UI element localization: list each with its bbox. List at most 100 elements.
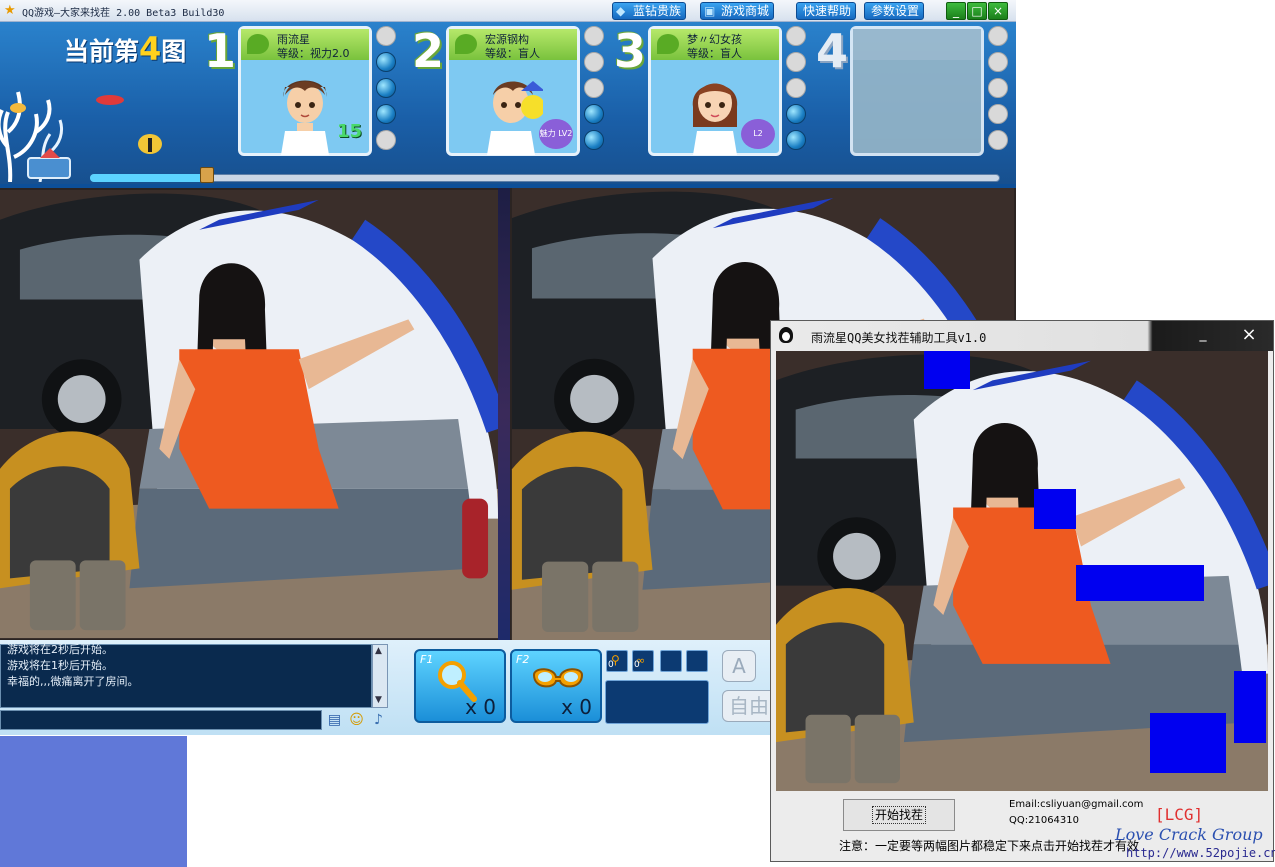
progress-dot <box>584 130 604 150</box>
charm-badge: 魅力 LV2 <box>539 119 573 149</box>
close-button[interactable]: × <box>988 2 1008 20</box>
badge-text: 魅力 LV2 <box>539 129 573 138</box>
round-progress-knob <box>200 167 215 183</box>
player-progress-dots <box>786 26 808 156</box>
chat-line: 游戏将在1秒后开始。 <box>7 659 113 672</box>
chat-input[interactable] <box>0 710 322 730</box>
progress-dot <box>988 104 1008 124</box>
shop-icon: ▣ <box>704 4 716 18</box>
progress-dot <box>988 78 1008 98</box>
item-info-panel <box>605 680 709 724</box>
player-slot-4: 4 <box>816 22 1016 168</box>
player-card: 梦〃幻女孩 等级：盲人 L2 <box>648 26 782 156</box>
player-progress-dots <box>376 26 398 156</box>
progress-dot <box>376 104 396 124</box>
progress-dot <box>988 130 1008 150</box>
progress-dot <box>988 26 1008 46</box>
slot-number: 4 <box>816 24 849 78</box>
minimize-button[interactable]: _ <box>946 2 966 20</box>
progress-dot <box>584 52 604 72</box>
auto-button[interactable]: 自由 <box>722 690 776 722</box>
progress-dot <box>376 78 396 98</box>
game-shop-label: 游戏商城 <box>721 4 770 18</box>
scroll-down-icon[interactable]: ▼ <box>375 695 382 705</box>
coral-reef-decoration <box>0 91 162 182</box>
quick-help-label: 快速帮助 <box>803 4 852 18</box>
magnifier-tool[interactable]: F1 x 0 <box>414 649 506 723</box>
scroll-up-icon[interactable]: ▲ <box>375 646 382 656</box>
author-qq: QQ:21064310 <box>1009 815 1080 826</box>
progress-dot <box>376 130 396 150</box>
player-namebar: 梦〃幻女孩 等级：盲人 <box>651 29 779 60</box>
progress-dot <box>584 104 604 124</box>
player-avatar <box>487 81 543 155</box>
blue-diamond-button[interactable]: ◆ 蓝钻贵族 <box>612 2 687 20</box>
settings-button[interactable]: 参数设置 <box>864 2 925 20</box>
chat-line: 幸福的,,,微痛离开了房间。 <box>7 675 139 688</box>
star-icon: ★ <box>4 3 16 18</box>
site-url: http://www.52pojie.cn <box>1126 846 1275 860</box>
tool-hotkey: F1 <box>420 653 434 666</box>
player-avatar <box>692 83 738 155</box>
game-shop-button[interactable]: ▣ 游戏商城 <box>700 2 775 20</box>
chat-log: 游戏将在2秒后开始。 游戏将在1秒后开始。 幸福的,,,微痛离开了房间。 <box>0 643 372 708</box>
slot-number: 1 <box>204 24 237 78</box>
progress-dot <box>584 78 604 98</box>
leaf-icon <box>455 34 477 54</box>
round-progress-track <box>90 174 1000 182</box>
round-progress-fill <box>90 174 209 182</box>
slot-number: 3 <box>614 24 647 78</box>
photo-divider <box>498 188 510 640</box>
player-progress-dots <box>584 26 606 156</box>
assistant-minimize-button[interactable]: _ <box>1191 323 1215 347</box>
badge-text: L2 <box>753 129 763 138</box>
chat-scrollbar[interactable]: ▲ ▼ <box>372 644 388 708</box>
assistant-close-button[interactable]: × <box>1237 323 1261 347</box>
mini-magnifier-slot[interactable]: ⚲ 0 <box>606 650 628 672</box>
mini-empty-slot[interactable] <box>686 650 708 672</box>
emoticon-icon[interactable]: ☺ <box>348 712 365 729</box>
difference-marker <box>1034 489 1076 529</box>
key-a-button[interactable]: A <box>722 650 756 682</box>
start-find-button[interactable]: 开始找茬 <box>843 799 955 831</box>
player-card: 宏源钢构 等级：盲人 魅力 LV2 <box>446 26 580 156</box>
assistant-titlebar: 雨流星QQ美女找茬辅助工具v1.0 _ × <box>771 321 1273 351</box>
player-slot-3: 3 梦〃幻女孩 等级：盲人 L2 <box>614 22 814 168</box>
qq-penguin-icon <box>779 327 793 343</box>
progress-dot <box>786 52 806 72</box>
desktop-background-patch <box>0 736 187 867</box>
tool-count: x 0 <box>561 695 592 719</box>
left-photo[interactable] <box>0 188 498 640</box>
game-header: 当前第4图 1 雨流星 等级：视力2.0 15 2 宏源钢构 等级：盲人 魅力 … <box>0 22 1016 184</box>
difference-marker <box>1150 713 1226 773</box>
difference-marker <box>924 351 970 389</box>
progress-dot <box>988 52 1008 72</box>
settings-label: 参数设置 <box>871 4 920 18</box>
left-photo-scene <box>0 189 498 639</box>
diamond-icon: ◆ <box>616 4 626 18</box>
slot-number: 2 <box>412 24 445 78</box>
progress-dot <box>376 52 396 72</box>
chat-line: 游戏将在2秒后开始。 <box>7 643 113 656</box>
level-badge: L2 <box>741 119 775 149</box>
usage-notice: 注意：一定要等两幅图片都稳定下来点击开始找茬才有效 <box>839 839 1140 853</box>
speaker-icon[interactable]: ♪ <box>370 712 387 729</box>
mini-goggles-slot[interactable]: ∞ 0 <box>632 650 654 672</box>
mini-empty-slot[interactable] <box>660 650 682 672</box>
difference-marker <box>1234 671 1266 743</box>
group-tag: [LCG] <box>1155 805 1204 824</box>
player-card: 雨流星 等级：视力2.0 15 <box>238 26 372 156</box>
mini-count: 0 <box>608 660 614 670</box>
quick-help-button[interactable]: 快速帮助 <box>796 2 857 20</box>
assistant-window: 雨流星QQ美女找茬辅助工具v1.0 _ × 开始找茬 Email:csliyua… <box>770 320 1275 862</box>
player-namebar <box>853 29 981 60</box>
progress-dot <box>786 104 806 124</box>
maximize-button[interactable]: □ <box>967 2 987 20</box>
leaf-icon <box>657 34 679 54</box>
player-score: 15 <box>337 121 363 142</box>
player-namebar: 雨流星 等级：视力2.0 <box>241 29 369 60</box>
progress-dot <box>786 78 806 98</box>
goggles-tool[interactable]: F2 x 0 <box>510 649 602 723</box>
chat-log-icon[interactable]: ▤ <box>326 712 343 729</box>
leaf-icon <box>247 34 269 54</box>
